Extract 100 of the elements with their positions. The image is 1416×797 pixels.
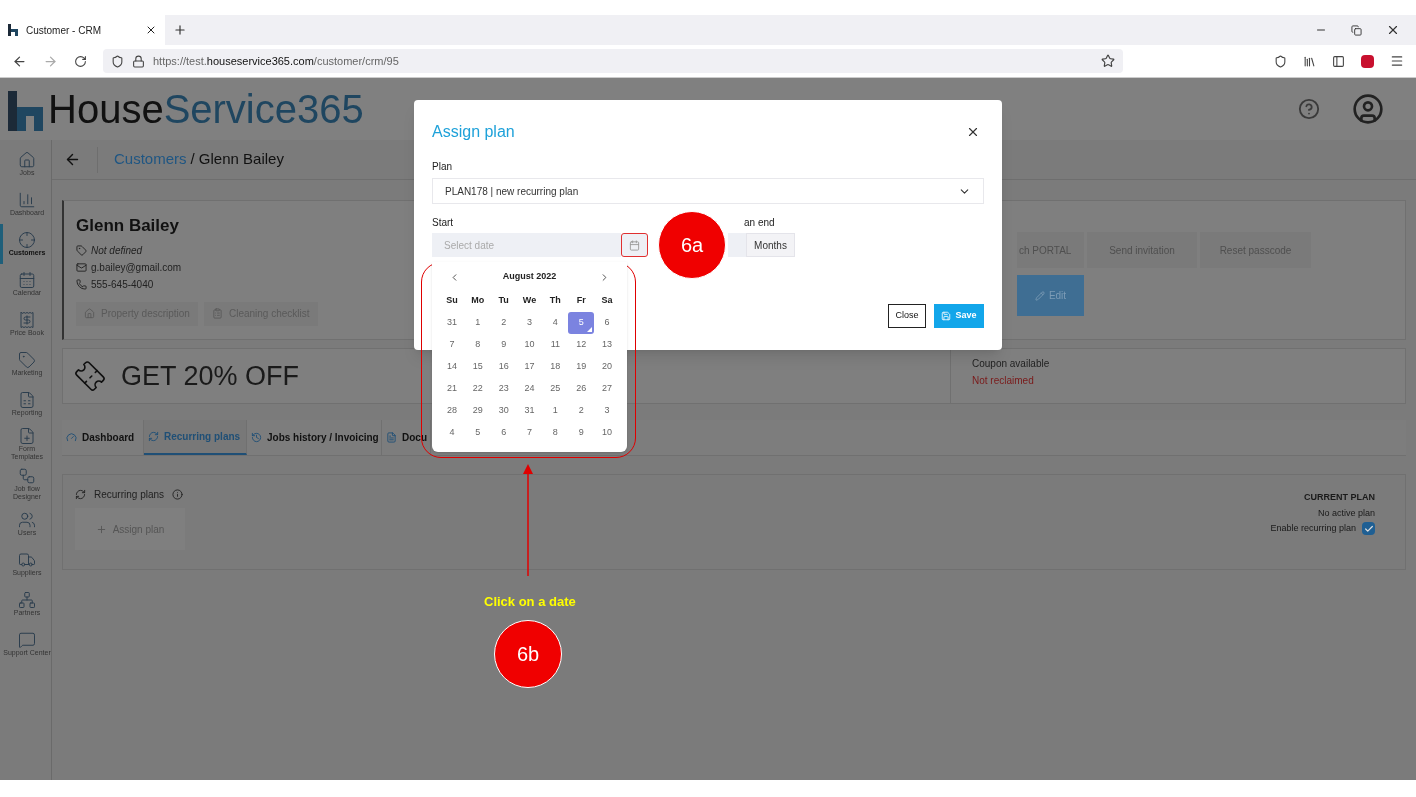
calendar-day[interactable]: 30 <box>490 400 517 422</box>
clipboard-icon <box>211 308 223 319</box>
plan-select[interactable]: PLAN178 | new recurring plan <box>432 178 984 204</box>
user-avatar-icon[interactable] <box>1352 93 1384 125</box>
calendar-day[interactable]: 1 <box>542 400 569 422</box>
calendar-day[interactable]: 9 <box>490 334 517 356</box>
calendar-day[interactable]: 9 <box>568 422 595 444</box>
mail-icon <box>76 261 87 273</box>
number-input[interactable] <box>728 233 746 257</box>
calendar-day[interactable]: 7 <box>439 334 465 356</box>
users-icon <box>18 511 36 529</box>
calendar-day[interactable]: 2 <box>568 400 595 422</box>
date-input[interactable]: Select date <box>432 233 621 257</box>
calendar-day[interactable]: 5 <box>464 422 491 444</box>
calendar-day[interactable]: 8 <box>542 422 569 444</box>
calendar-day[interactable]: 3 <box>594 400 620 422</box>
browser-tab[interactable]: Customer - CRM <box>0 15 165 45</box>
coupon-status: Not reclaimed <box>972 374 1035 388</box>
address-bar[interactable]: https://test.houseservice365.com/customer/crm/95 <box>103 49 1123 73</box>
phone-icon <box>76 278 87 290</box>
modal-title: Assign plan <box>432 122 515 142</box>
tab-title: Customer - CRM <box>26 23 102 38</box>
checkbox[interactable] <box>1362 522 1375 536</box>
calendar-day[interactable]: 3 <box>516 312 543 334</box>
house-icon <box>84 308 95 319</box>
lock-icon <box>132 54 145 68</box>
weekday-label: We <box>521 294 538 308</box>
weekday-label: Th <box>548 294 562 308</box>
customer-tag: Not defined <box>91 242 143 258</box>
calendar-day[interactable]: 31 <box>516 400 543 422</box>
pencil-icon <box>1034 290 1045 301</box>
reload-icon[interactable] <box>74 54 87 68</box>
calendar-day[interactable]: 7 <box>516 422 543 444</box>
calendar-day[interactable]: 22 <box>464 378 491 400</box>
customer-phone: 555-645-4040 <box>91 277 154 292</box>
help-chat-icon <box>18 631 36 649</box>
calendar-day[interactable]: 6 <box>594 312 620 334</box>
library-icon[interactable] <box>1303 54 1316 68</box>
logo-text: HouseService365 <box>48 89 364 129</box>
bookmark-star-icon[interactable] <box>1101 54 1115 68</box>
calendar-day[interactable]: 12 <box>568 334 595 356</box>
calendar-day[interactable]: 29 <box>464 400 491 422</box>
calendar-day[interactable]: 23 <box>490 378 517 400</box>
calendar-day[interactable]: 10 <box>594 422 620 444</box>
calendar-day[interactable]: 18 <box>542 356 569 378</box>
calendar-day[interactable]: 1 <box>464 312 491 334</box>
calendar-day[interactable]: 25 <box>542 378 569 400</box>
weekday-label: Mo <box>470 294 486 308</box>
tag-icon <box>18 351 36 369</box>
truck-icon <box>18 551 36 569</box>
month-title: August 2022 <box>502 270 557 284</box>
tab[interactable]: Jobs history / Invoicing <box>247 420 382 455</box>
calendar-day[interactable]: 6 <box>490 422 517 444</box>
calendar-day[interactable]: 24 <box>516 378 543 400</box>
plus-icon <box>95 523 107 535</box>
calendar-day[interactable]: 14 <box>439 356 465 378</box>
close-icon[interactable] <box>145 24 157 36</box>
close-icon[interactable] <box>1386 23 1400 37</box>
current-plan-status: No active plan <box>1317 506 1375 520</box>
calendar-day[interactable]: 17 <box>516 356 543 378</box>
refresh-icon <box>148 431 159 442</box>
close-button[interactable]: Close <box>888 304 926 328</box>
calendar-day[interactable]: 8 <box>464 334 491 356</box>
field-label: Plan <box>432 160 453 174</box>
calendar-day[interactable]: 27 <box>594 378 620 400</box>
shield-icon <box>111 54 124 68</box>
current-plan-heading: CURRENT PLAN <box>1304 491 1375 504</box>
calendar-day[interactable]: 28 <box>439 400 465 422</box>
close-icon[interactable] <box>966 125 980 139</box>
extension-icon[interactable] <box>1361 54 1374 68</box>
calendar-day[interactable]: 16 <box>490 356 517 378</box>
calendar-button[interactable] <box>621 233 648 257</box>
calendar-day[interactable]: 15 <box>464 356 491 378</box>
calendar-day[interactable]: 10 <box>516 334 543 356</box>
menu-icon[interactable] <box>1390 54 1404 68</box>
document-icon <box>386 432 397 443</box>
calendar-day[interactable]: 19 <box>568 356 595 378</box>
calendar-day[interactable]: 11 <box>542 334 569 356</box>
new-tab-icon[interactable] <box>173 23 187 37</box>
gauge-icon <box>66 432 77 443</box>
help-icon[interactable] <box>1298 98 1320 120</box>
sidebar-icon[interactable] <box>1332 54 1345 68</box>
calendar-day[interactable]: 4 <box>439 422 465 444</box>
restore-icon[interactable] <box>1351 24 1362 36</box>
calendar-day[interactable]: 26 <box>568 378 595 400</box>
calendar-day[interactable]: 2 <box>490 312 517 334</box>
weekday-label: Su <box>445 294 459 308</box>
calendar-day[interactable]: 4 <box>542 312 569 334</box>
calendar-day[interactable]: 20 <box>594 356 620 378</box>
house-icon <box>18 151 36 169</box>
calendar-day[interactable]: 5 <box>568 312 595 334</box>
calendar-day[interactable]: 13 <box>594 334 620 356</box>
field-label: an end <box>744 216 776 230</box>
back-icon[interactable] <box>12 53 27 69</box>
calendar-day[interactable]: 31 <box>439 312 465 334</box>
weekday-label: Fr <box>575 294 587 308</box>
unit-addon: Months <box>746 233 795 257</box>
promo-text: GET 20% OFF <box>121 359 300 393</box>
calendar-day[interactable]: 21 <box>439 378 465 400</box>
instruction-text: Click on a date <box>484 593 576 611</box>
